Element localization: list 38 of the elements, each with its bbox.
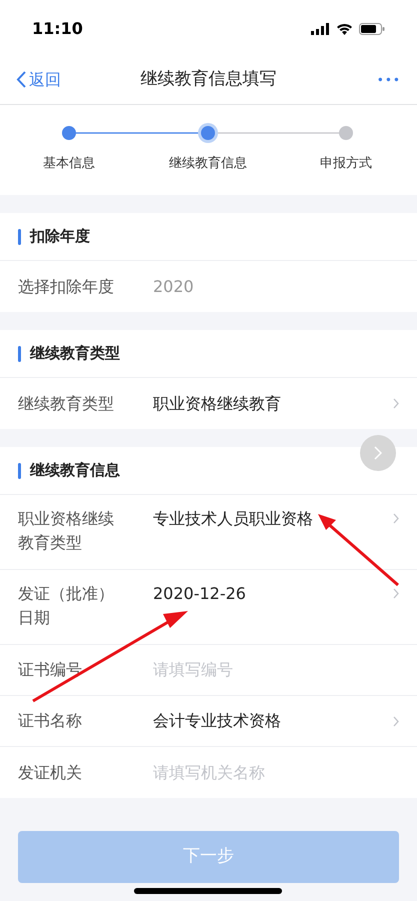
form-row[interactable]: 选择扣除年度 2020 <box>0 261 417 312</box>
step-label: 申报方式 <box>320 155 372 173</box>
battery-icon <box>359 22 385 34</box>
form-row[interactable]: 发证机关 请填写机关名称 <box>0 747 417 798</box>
page-title: 继续教育信息填写 <box>140 68 278 91</box>
field-label: 发证机关 <box>18 762 83 784</box>
section-marker <box>18 346 21 362</box>
chevron-icon <box>393 513 399 524</box>
field-value[interactable]: 职业资格继续教育 <box>153 392 393 416</box>
field-value[interactable]: 2020-12-26 <box>153 582 393 606</box>
form-row[interactable]: 继续教育类型 职业资格继续教育 <box>0 378 417 429</box>
field-value[interactable]: 会计专业技术资格 <box>153 709 393 733</box>
field-value[interactable]: 专业技术人员职业资格 <box>153 507 393 531</box>
section-marker <box>18 462 21 478</box>
chevron-icon <box>393 716 399 726</box>
section-title: 继续教育信息 <box>30 460 120 482</box>
status-time: 11:10 <box>32 18 83 40</box>
chevron-icon <box>393 588 399 599</box>
wifi-icon <box>336 22 353 34</box>
section-title: 继续教育类型 <box>30 343 120 364</box>
chevron-icon <box>16 71 26 88</box>
signal-icon <box>311 22 330 34</box>
more-button[interactable]: ••• <box>331 70 401 88</box>
step-label: 基本信息 <box>43 155 95 173</box>
back-link[interactable]: 返回 <box>16 68 86 92</box>
field-label: 继续教育类型 <box>18 392 115 414</box>
field-label: 证书名称 <box>18 710 83 732</box>
field-label: 发证（批准）日期 <box>18 583 115 629</box>
chevron-icon <box>374 446 382 460</box>
chevron-icon <box>393 398 399 409</box>
form-row[interactable]: 证书名称 会计专业技术资格 <box>0 696 417 747</box>
field-label: 职业资格继续教育类型 <box>18 508 115 554</box>
floating-chevron-button[interactable] <box>360 435 396 471</box>
field-value: 2020 <box>153 276 195 298</box>
field-label: 选择扣除年度 <box>18 276 115 298</box>
section-title: 扣除年度 <box>30 226 90 248</box>
section-marker <box>18 228 21 244</box>
step-label: 继续教育信息 <box>169 154 247 173</box>
